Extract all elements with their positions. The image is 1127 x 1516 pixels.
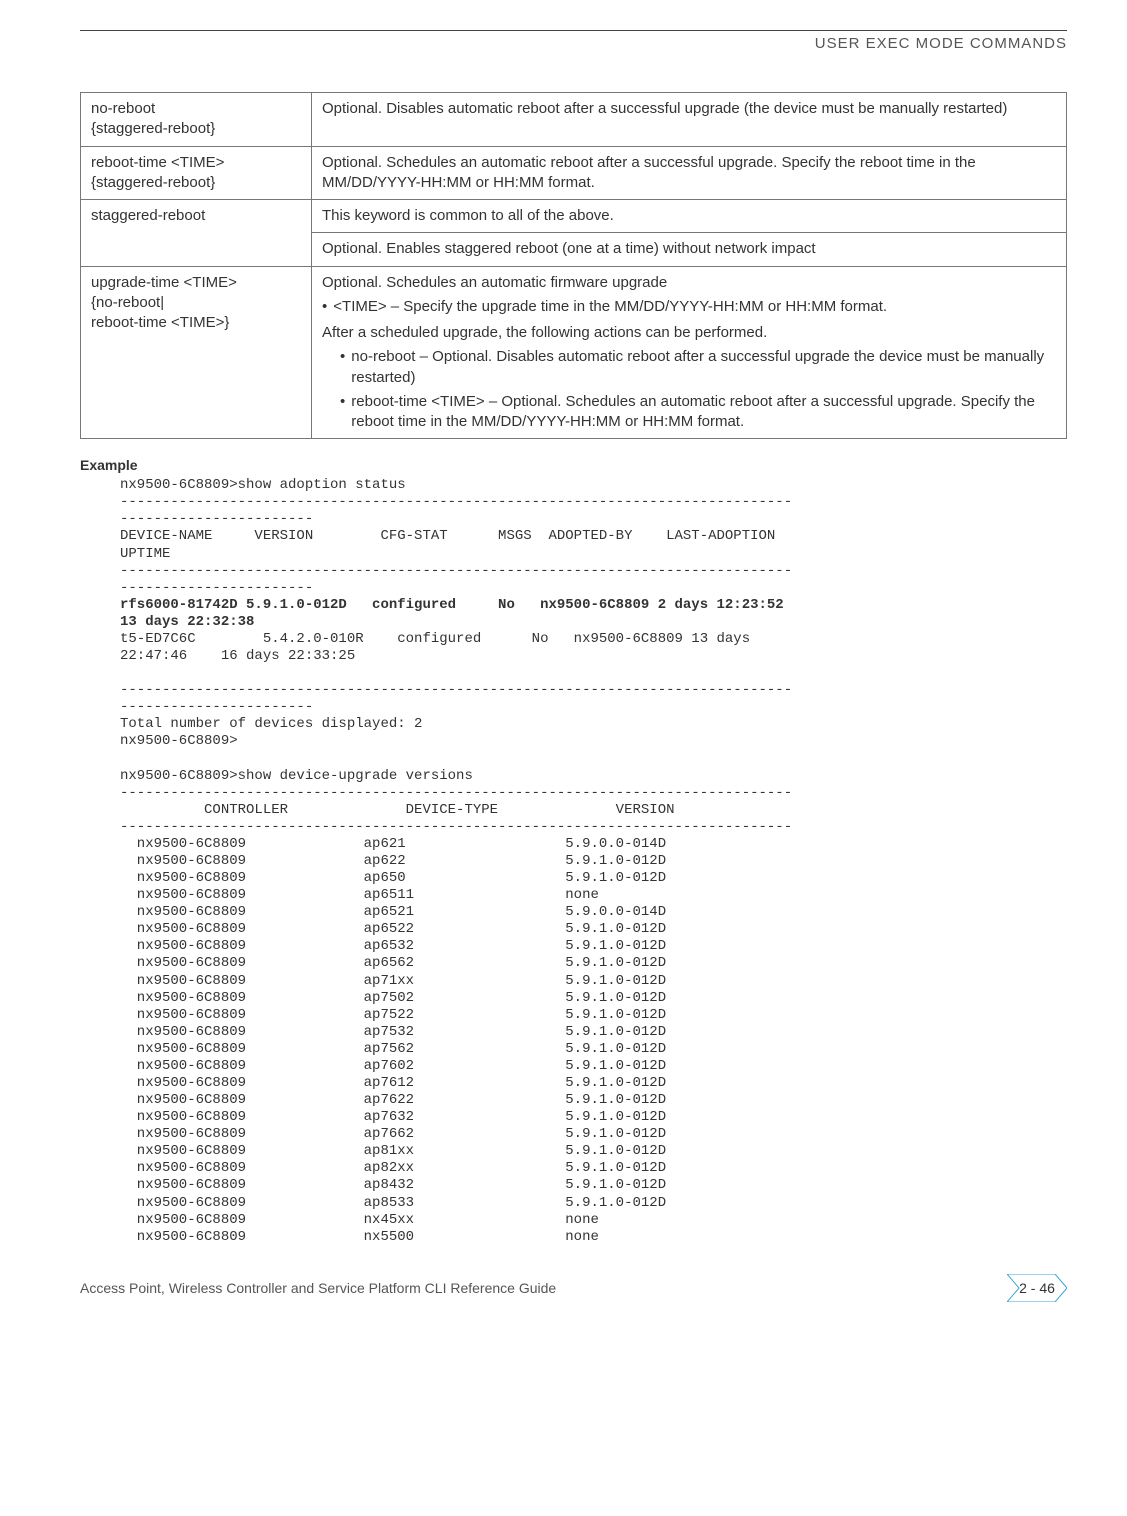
param-text: reboot-time <TIME>} [91,314,229,331]
param-cell: staggered-reboot [81,200,312,267]
cli-line: DEVICE-NAME VERSION CFG-STAT MSGS ADOPTE… [120,528,775,544]
cli-line: nx9500-6C8809>show device-upgrade versio… [120,768,473,784]
param-text: staggered-reboot [91,207,205,224]
cli-line: rfs6000-81742D 5.9.1.0-012D configured N… [120,597,784,613]
cli-line: ----------------------- [120,511,313,527]
cli-line: UPTIME [120,546,170,562]
cli-line: ----------------------------------------… [120,563,792,579]
cli-line: nx9500-6C8809>show adoption status [120,477,406,493]
cli-line: Total number of devices displayed: 2 [120,716,422,732]
param-text: {no-reboot| [91,294,164,311]
cli-line: ----------------------------------------… [120,494,792,510]
cli-line: 22:47:46 16 days 22:33:25 [120,648,355,664]
desc-intro: Optional. Schedules an automatic firmwar… [322,273,1056,293]
page-number: 2 - 46 [1019,1280,1055,1296]
cli-line: nx9500-6C8809> [120,733,238,749]
parameter-table: no-reboot {staggered-reboot} Optional. D… [80,92,1067,439]
cli-line: ----------------------------------------… [120,682,792,698]
cli-line: ----------------------- [120,580,313,596]
bullet-icon: • [340,392,345,412]
cli-line: ----------------------------------------… [120,819,792,835]
table-row: staggered-reboot This keyword is common … [81,200,1067,233]
page-number-badge: 2 - 46 [1007,1274,1067,1302]
table-row: upgrade-time <TIME> {no-reboot| reboot-t… [81,266,1067,439]
cli-line: 13 days 22:32:38 [120,614,254,630]
bullet-text: no-reboot – Optional. Disables automatic… [351,347,1056,388]
desc-cell: Optional. Schedules an automatic reboot … [312,146,1067,200]
param-cell: upgrade-time <TIME> {no-reboot| reboot-t… [81,266,312,439]
page-footer: Access Point, Wireless Controller and Se… [0,1266,1127,1316]
table-row: reboot-time <TIME> {staggered-reboot} Op… [81,146,1067,200]
cli-output: nx9500-6C8809>show adoption status -----… [120,477,1067,1246]
cli-line: ----------------------- [120,699,313,715]
param-text: reboot-time <TIME> [91,154,224,171]
header-rule [80,30,1067,31]
param-text: {staggered-reboot} [91,120,215,137]
param-text: upgrade-time <TIME> [91,274,237,291]
param-cell: reboot-time <TIME> {staggered-reboot} [81,146,312,200]
param-cell: no-reboot {staggered-reboot} [81,93,312,147]
page-header: USER EXEC MODE COMMANDS [80,35,1067,52]
desc-cell: This keyword is common to all of the abo… [312,200,1067,233]
bullet-icon: • [340,347,345,367]
cli-line: CONTROLLER DEVICE-TYPE VERSION [120,802,675,818]
desc-cell: Optional. Enables staggered reboot (one … [312,233,1067,266]
bullet-icon: • [322,297,327,317]
table-row: no-reboot {staggered-reboot} Optional. D… [81,93,1067,147]
desc-cell: Optional. Disables automatic reboot afte… [312,93,1067,147]
param-text: {staggered-reboot} [91,174,215,191]
bullet-text: <TIME> – Specify the upgrade time in the… [333,297,887,317]
bullet-text: reboot-time <TIME> – Optional. Schedules… [351,392,1056,433]
cli-line: t5-ED7C6C 5.4.2.0-010R configured No nx9… [120,631,750,647]
desc-intro: After a scheduled upgrade, the following… [322,323,1056,343]
cli-rows-block: nx9500-6C8809 ap621 5.9.0.0-014D nx9500-… [120,836,666,1245]
desc-cell: Optional. Schedules an automatic firmwar… [312,266,1067,439]
footer-text: Access Point, Wireless Controller and Se… [80,1280,556,1296]
param-text: no-reboot [91,100,155,117]
example-heading: Example [80,457,1067,473]
cli-line: ----------------------------------------… [120,785,792,801]
